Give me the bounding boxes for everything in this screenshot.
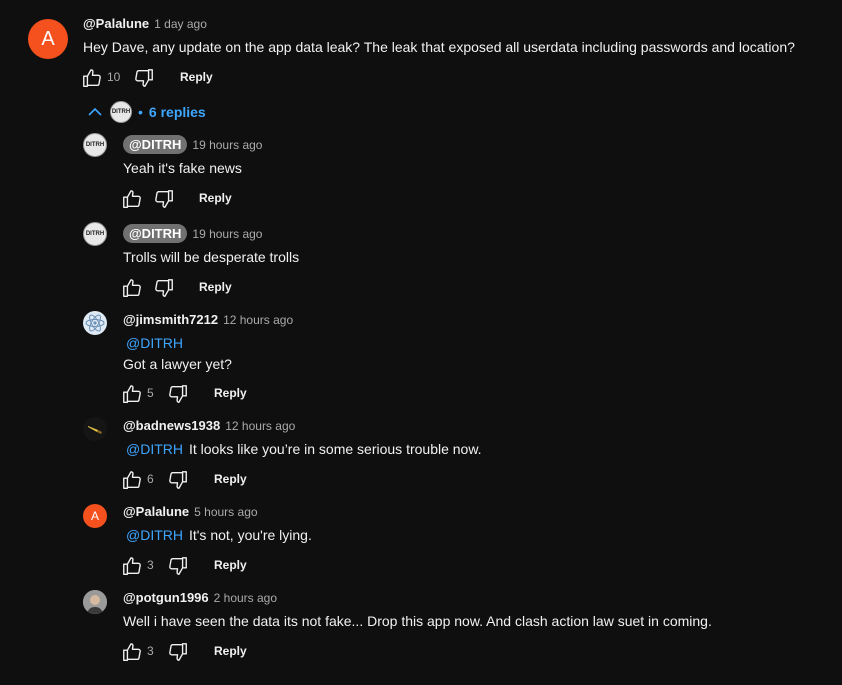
mention-link[interactable]: @DITRH (126, 335, 189, 351)
author-handle[interactable]: @Palalune (123, 504, 189, 519)
comment-text: Yeah it's fake news (123, 160, 242, 176)
timestamp[interactable]: 12 hours ago (223, 313, 293, 327)
reply-button[interactable]: Reply (199, 191, 232, 205)
comment-header: @badnews1938 12 hours ago (123, 418, 295, 433)
reply-button[interactable]: Reply (214, 386, 247, 400)
comment-text: @DITRH It's not, you're lying. (126, 527, 312, 543)
dislike-icon[interactable] (167, 555, 189, 577)
comment-header: @DITRH 19 hours ago (123, 224, 262, 243)
timestamp[interactable]: 2 hours ago (214, 591, 277, 605)
like-count: 6 (147, 472, 154, 486)
avatar[interactable]: A (83, 504, 107, 528)
dot-separator-icon: • (138, 104, 143, 120)
comment-header: @potgun1996 2 hours ago (123, 590, 277, 605)
author-handle[interactable]: @jimsmith7212 (123, 312, 218, 327)
timestamp[interactable]: 19 hours ago (192, 227, 262, 241)
comment-header: @jimsmith7212 12 hours ago (123, 312, 293, 327)
channel-owner-badge[interactable]: @DITRH (123, 224, 188, 243)
avatar[interactable] (83, 311, 107, 335)
like-count: 3 (147, 644, 154, 658)
dislike-icon[interactable] (153, 188, 175, 210)
like-icon[interactable] (121, 469, 143, 491)
dislike-icon[interactable] (167, 469, 189, 491)
avatar[interactable]: DITRH (83, 133, 107, 157)
like-icon[interactable] (121, 555, 143, 577)
comment-text: Got a lawyer yet? (123, 356, 232, 372)
like-icon[interactable] (121, 188, 143, 210)
avatar[interactable]: DITRH (83, 222, 107, 246)
timestamp[interactable]: 1 day ago (154, 17, 207, 31)
like-count: 3 (147, 558, 154, 572)
reply-button[interactable]: Reply (214, 644, 247, 658)
comment-body: It's not, you're lying. (188, 527, 312, 543)
knife-icon (88, 426, 102, 434)
comment-text: @DITRH It looks like you’re in some serio… (126, 441, 482, 457)
reply-button[interactable]: Reply (214, 558, 247, 572)
chevron-up-icon (86, 103, 104, 121)
like-icon[interactable] (121, 641, 143, 663)
comment-header: @Palalune 5 hours ago (123, 504, 258, 519)
comment-text: Hey Dave, any update on the app data lea… (83, 39, 795, 55)
reply-author-avatar: DITRH (110, 101, 132, 123)
comment-text: Well i have seen the data its not fake..… (123, 613, 712, 629)
replies-toggle[interactable]: DITRH • 6 replies (86, 101, 206, 123)
reply-button[interactable]: Reply (214, 472, 247, 486)
atom-icon (85, 314, 105, 332)
reply-button[interactable]: Reply (180, 70, 213, 84)
channel-owner-badge[interactable]: @DITRH (123, 135, 188, 154)
author-handle[interactable]: @badnews1938 (123, 418, 220, 433)
like-icon[interactable] (121, 277, 143, 299)
like-icon[interactable] (81, 67, 103, 89)
avatar[interactable]: A (28, 19, 68, 59)
timestamp[interactable]: 12 hours ago (225, 419, 295, 433)
avatar[interactable] (83, 590, 107, 614)
comment-header: @Palalune 1 day ago (83, 16, 207, 31)
mention-link[interactable]: @DITRH (126, 527, 183, 543)
mention-link[interactable]: @DITRH (126, 441, 183, 457)
person-photo-icon (83, 590, 107, 614)
like-count: 5 (147, 386, 154, 400)
author-handle[interactable]: @potgun1996 (123, 590, 209, 605)
comment-text: Trolls will be desperate trolls (123, 249, 300, 265)
author-handle[interactable]: @Palalune (83, 16, 149, 31)
like-icon[interactable] (121, 383, 143, 405)
dislike-icon[interactable] (167, 641, 189, 663)
comment-header: @DITRH 19 hours ago (123, 135, 262, 154)
dislike-icon[interactable] (167, 383, 189, 405)
dislike-icon[interactable] (153, 277, 175, 299)
timestamp[interactable]: 5 hours ago (194, 505, 257, 519)
avatar[interactable] (83, 417, 107, 441)
timestamp[interactable]: 19 hours ago (192, 138, 262, 152)
comment-body: It looks like you’re in some serious tro… (188, 441, 482, 457)
dislike-icon[interactable] (133, 67, 155, 89)
replies-count-link[interactable]: 6 replies (149, 104, 206, 120)
reply-button[interactable]: Reply (199, 280, 232, 294)
like-count: 10 (107, 70, 121, 84)
